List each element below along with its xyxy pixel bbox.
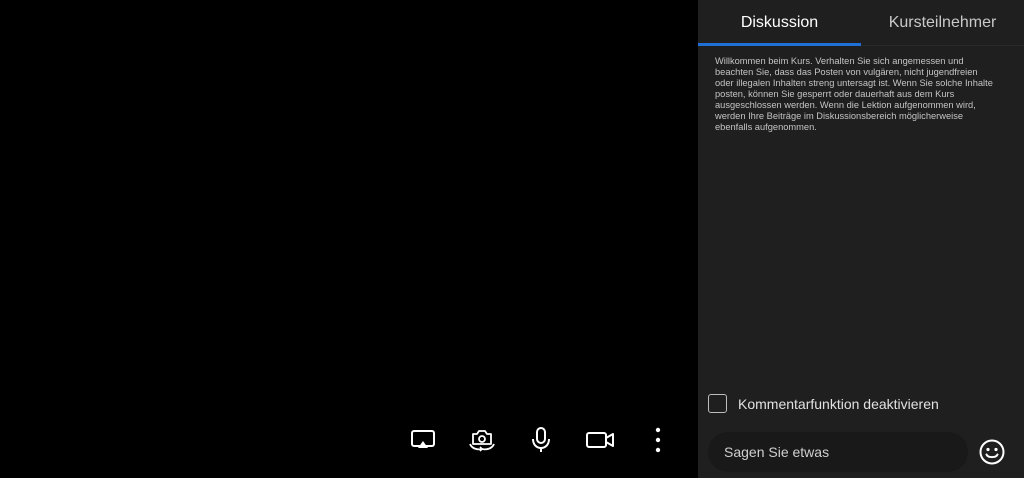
- disable-comments-checkbox[interactable]: [708, 394, 727, 413]
- tab-kursteilnehmer[interactable]: Kursteilnehmer: [861, 0, 1024, 46]
- video-area: [0, 0, 698, 478]
- active-tab-indicator: [698, 43, 861, 46]
- camera-rotate-icon: [469, 430, 495, 452]
- switch-camera-button[interactable]: [462, 420, 502, 460]
- disable-comments-label: Kommentarfunktion deaktivieren: [738, 395, 939, 412]
- microphone-button[interactable]: [521, 420, 561, 460]
- panel-tabs: Diskussion Kursteilnehmer: [698, 0, 1024, 46]
- smiley-icon: [979, 439, 1005, 465]
- cast-icon: [411, 430, 435, 448]
- video-button[interactable]: [580, 420, 620, 460]
- microphone-icon: [532, 427, 550, 452]
- more-options-button[interactable]: [638, 420, 678, 460]
- emoji-button[interactable]: [978, 438, 1006, 466]
- welcome-message: Willkommen beim Kurs. Verhalten Sie sich…: [715, 56, 993, 132]
- video-camera-icon: [586, 432, 614, 448]
- disable-comments-toggle[interactable]: Kommentarfunktion deaktivieren: [708, 394, 939, 413]
- more-vertical-icon: [655, 427, 661, 453]
- side-panel: Diskussion Kursteilnehmer Willkommen bei…: [698, 0, 1024, 478]
- chat-input[interactable]: [708, 432, 968, 472]
- tab-diskussion[interactable]: Diskussion: [698, 0, 861, 46]
- screen-share-button[interactable]: [403, 420, 443, 460]
- chat-input-row: [708, 432, 1014, 472]
